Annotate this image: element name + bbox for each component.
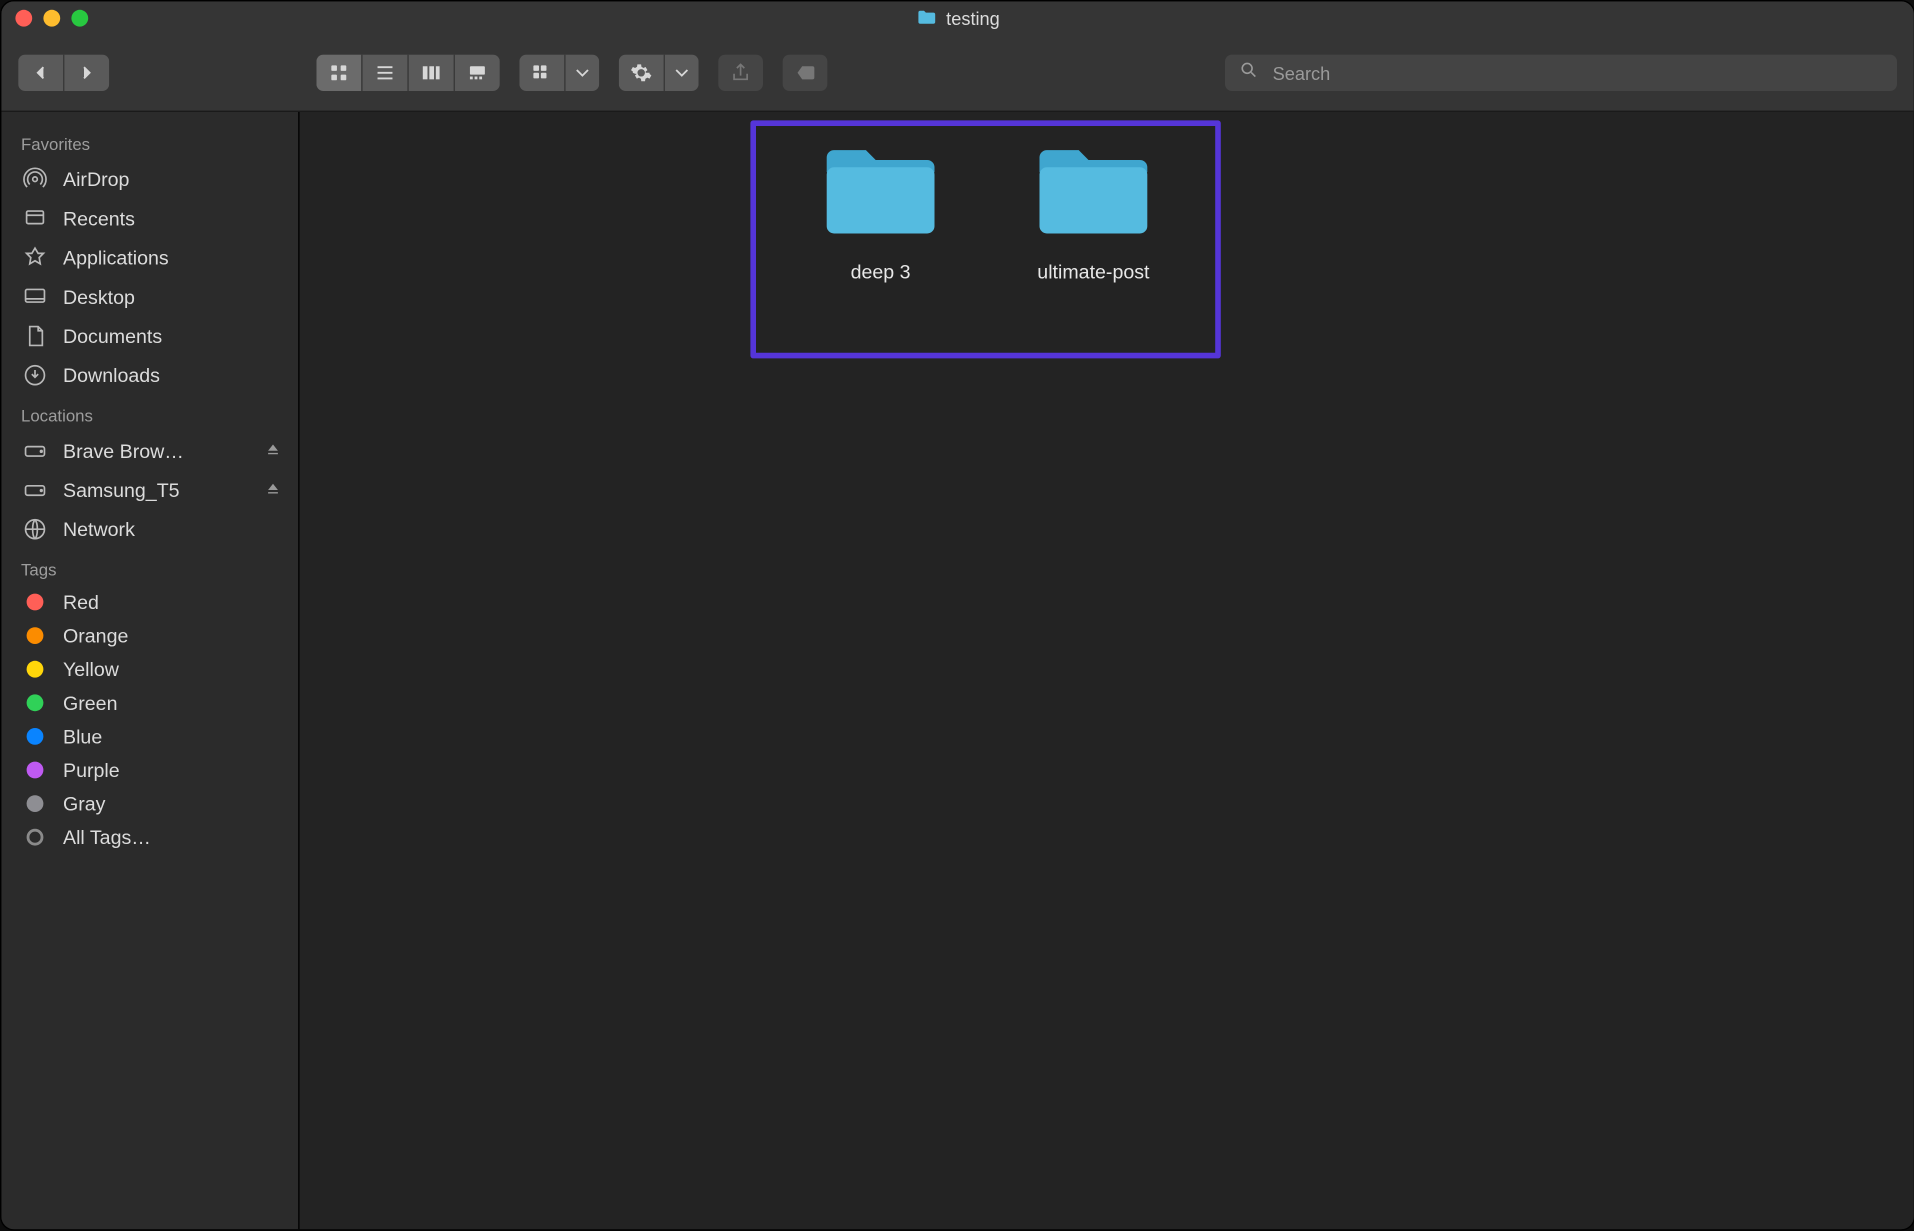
- share-button[interactable]: [718, 55, 763, 91]
- edit-tags-button[interactable]: [783, 55, 828, 91]
- sidebar-tag-purple[interactable]: Purple: [1, 753, 298, 787]
- search-field[interactable]: [1225, 55, 1897, 91]
- sidebar-all-tags[interactable]: All Tags…: [1, 820, 298, 854]
- sidebar-item-label: Applications: [63, 246, 169, 268]
- titlebar: testing: [1, 1, 1913, 35]
- sidebar: Favorites AirDrop Recents Applications: [1, 112, 299, 1229]
- sidebar-tag-gray[interactable]: Gray: [1, 787, 298, 821]
- sidebar-item-airdrop[interactable]: AirDrop: [1, 160, 298, 199]
- sidebar-item-disk-brave[interactable]: Brave Brow…: [1, 431, 298, 470]
- sidebar-item-label: Recents: [63, 207, 135, 229]
- sidebar-item-label: All Tags…: [63, 826, 151, 848]
- tag-dot-icon: [27, 627, 44, 644]
- sidebar-item-desktop[interactable]: Desktop: [1, 277, 298, 316]
- sidebar-section-tags: Tags: [1, 549, 298, 585]
- sidebar-item-label: Samsung_T5: [63, 479, 180, 501]
- sidebar-item-applications[interactable]: Applications: [1, 238, 298, 277]
- view-mode-buttons: [316, 55, 499, 91]
- group-by-button[interactable]: [519, 55, 599, 91]
- eject-icon[interactable]: [265, 479, 282, 501]
- sidebar-item-label: Purple: [63, 759, 120, 781]
- nav-buttons: [18, 55, 109, 91]
- airdrop-icon: [21, 165, 49, 193]
- icon-view-button[interactable]: [316, 55, 361, 91]
- sidebar-item-label: Red: [63, 591, 99, 613]
- sidebar-item-label: Blue: [63, 725, 102, 747]
- tag-dot-icon: [27, 762, 44, 779]
- disk-icon: [21, 437, 49, 465]
- tag-icon: [794, 62, 816, 84]
- column-view-button[interactable]: [407, 55, 453, 91]
- list-view-button[interactable]: [361, 55, 407, 91]
- sidebar-section-favorites: Favorites: [1, 123, 298, 159]
- chevron-down-icon: [671, 62, 693, 84]
- chevron-down-icon: [571, 62, 593, 84]
- folder-icon: [915, 7, 937, 29]
- sidebar-item-label: Brave Brow…: [63, 440, 184, 462]
- network-icon: [21, 515, 49, 543]
- action-button[interactable]: [619, 55, 699, 91]
- eject-icon[interactable]: [265, 440, 282, 462]
- gallery-view-button[interactable]: [454, 55, 500, 91]
- disk-icon: [21, 476, 49, 504]
- sidebar-tag-blue[interactable]: Blue: [1, 720, 298, 754]
- folder-label: ultimate-post: [988, 260, 1198, 282]
- sidebar-item-network[interactable]: Network: [1, 510, 298, 549]
- tag-dot-icon: [27, 694, 44, 711]
- folder-label: deep 3: [776, 260, 986, 282]
- close-window-button[interactable]: [15, 10, 32, 27]
- toolbar: [1, 35, 1913, 112]
- sidebar-item-label: AirDrop: [63, 168, 129, 190]
- downloads-icon: [21, 361, 49, 389]
- tag-dot-icon: [27, 829, 44, 846]
- search-input[interactable]: [1270, 61, 1883, 85]
- tag-dot-icon: [27, 594, 44, 611]
- finder-window: testing: [0, 0, 1914, 1231]
- tag-dot-icon: [27, 728, 44, 745]
- file-browser-content[interactable]: deep 3 ultimate-post: [300, 112, 1914, 1229]
- window-title-text: testing: [946, 8, 1000, 29]
- sidebar-tag-red[interactable]: Red: [1, 585, 298, 619]
- sidebar-item-documents[interactable]: Documents: [1, 316, 298, 355]
- recents-icon: [21, 204, 49, 232]
- desktop-icon: [21, 283, 49, 311]
- applications-icon: [21, 244, 49, 272]
- sidebar-tag-orange[interactable]: Orange: [1, 619, 298, 653]
- tag-dot-icon: [27, 661, 44, 678]
- folder-item[interactable]: ultimate-post: [988, 143, 1198, 283]
- sidebar-item-label: Green: [63, 692, 117, 714]
- sidebar-item-label: Yellow: [63, 658, 119, 680]
- back-button[interactable]: [18, 55, 63, 91]
- folder-icon: [988, 143, 1198, 241]
- window-controls: [15, 10, 88, 27]
- tag-dot-icon: [27, 795, 44, 812]
- sidebar-item-downloads[interactable]: Downloads: [1, 356, 298, 395]
- minimize-window-button[interactable]: [43, 10, 60, 27]
- window-title: testing: [1, 7, 1913, 29]
- sidebar-item-label: Downloads: [63, 364, 160, 386]
- documents-icon: [21, 322, 49, 350]
- sidebar-section-locations: Locations: [1, 395, 298, 431]
- maximize-window-button[interactable]: [71, 10, 88, 27]
- sidebar-tag-green[interactable]: Green: [1, 686, 298, 720]
- sidebar-item-label: Network: [63, 518, 135, 540]
- forward-button[interactable]: [63, 55, 109, 91]
- sidebar-item-label: Orange: [63, 624, 128, 646]
- sidebar-item-recents[interactable]: Recents: [1, 199, 298, 238]
- sidebar-item-label: Gray: [63, 792, 105, 814]
- share-icon: [729, 62, 751, 84]
- search-icon: [1239, 60, 1259, 87]
- sidebar-tag-yellow[interactable]: Yellow: [1, 652, 298, 686]
- sidebar-item-label: Documents: [63, 325, 162, 347]
- folder-item[interactable]: deep 3: [776, 143, 986, 283]
- sidebar-item-disk-samsung[interactable]: Samsung_T5: [1, 470, 298, 509]
- gear-icon: [630, 62, 652, 84]
- sidebar-item-label: Desktop: [63, 286, 135, 308]
- folder-icon: [776, 143, 986, 241]
